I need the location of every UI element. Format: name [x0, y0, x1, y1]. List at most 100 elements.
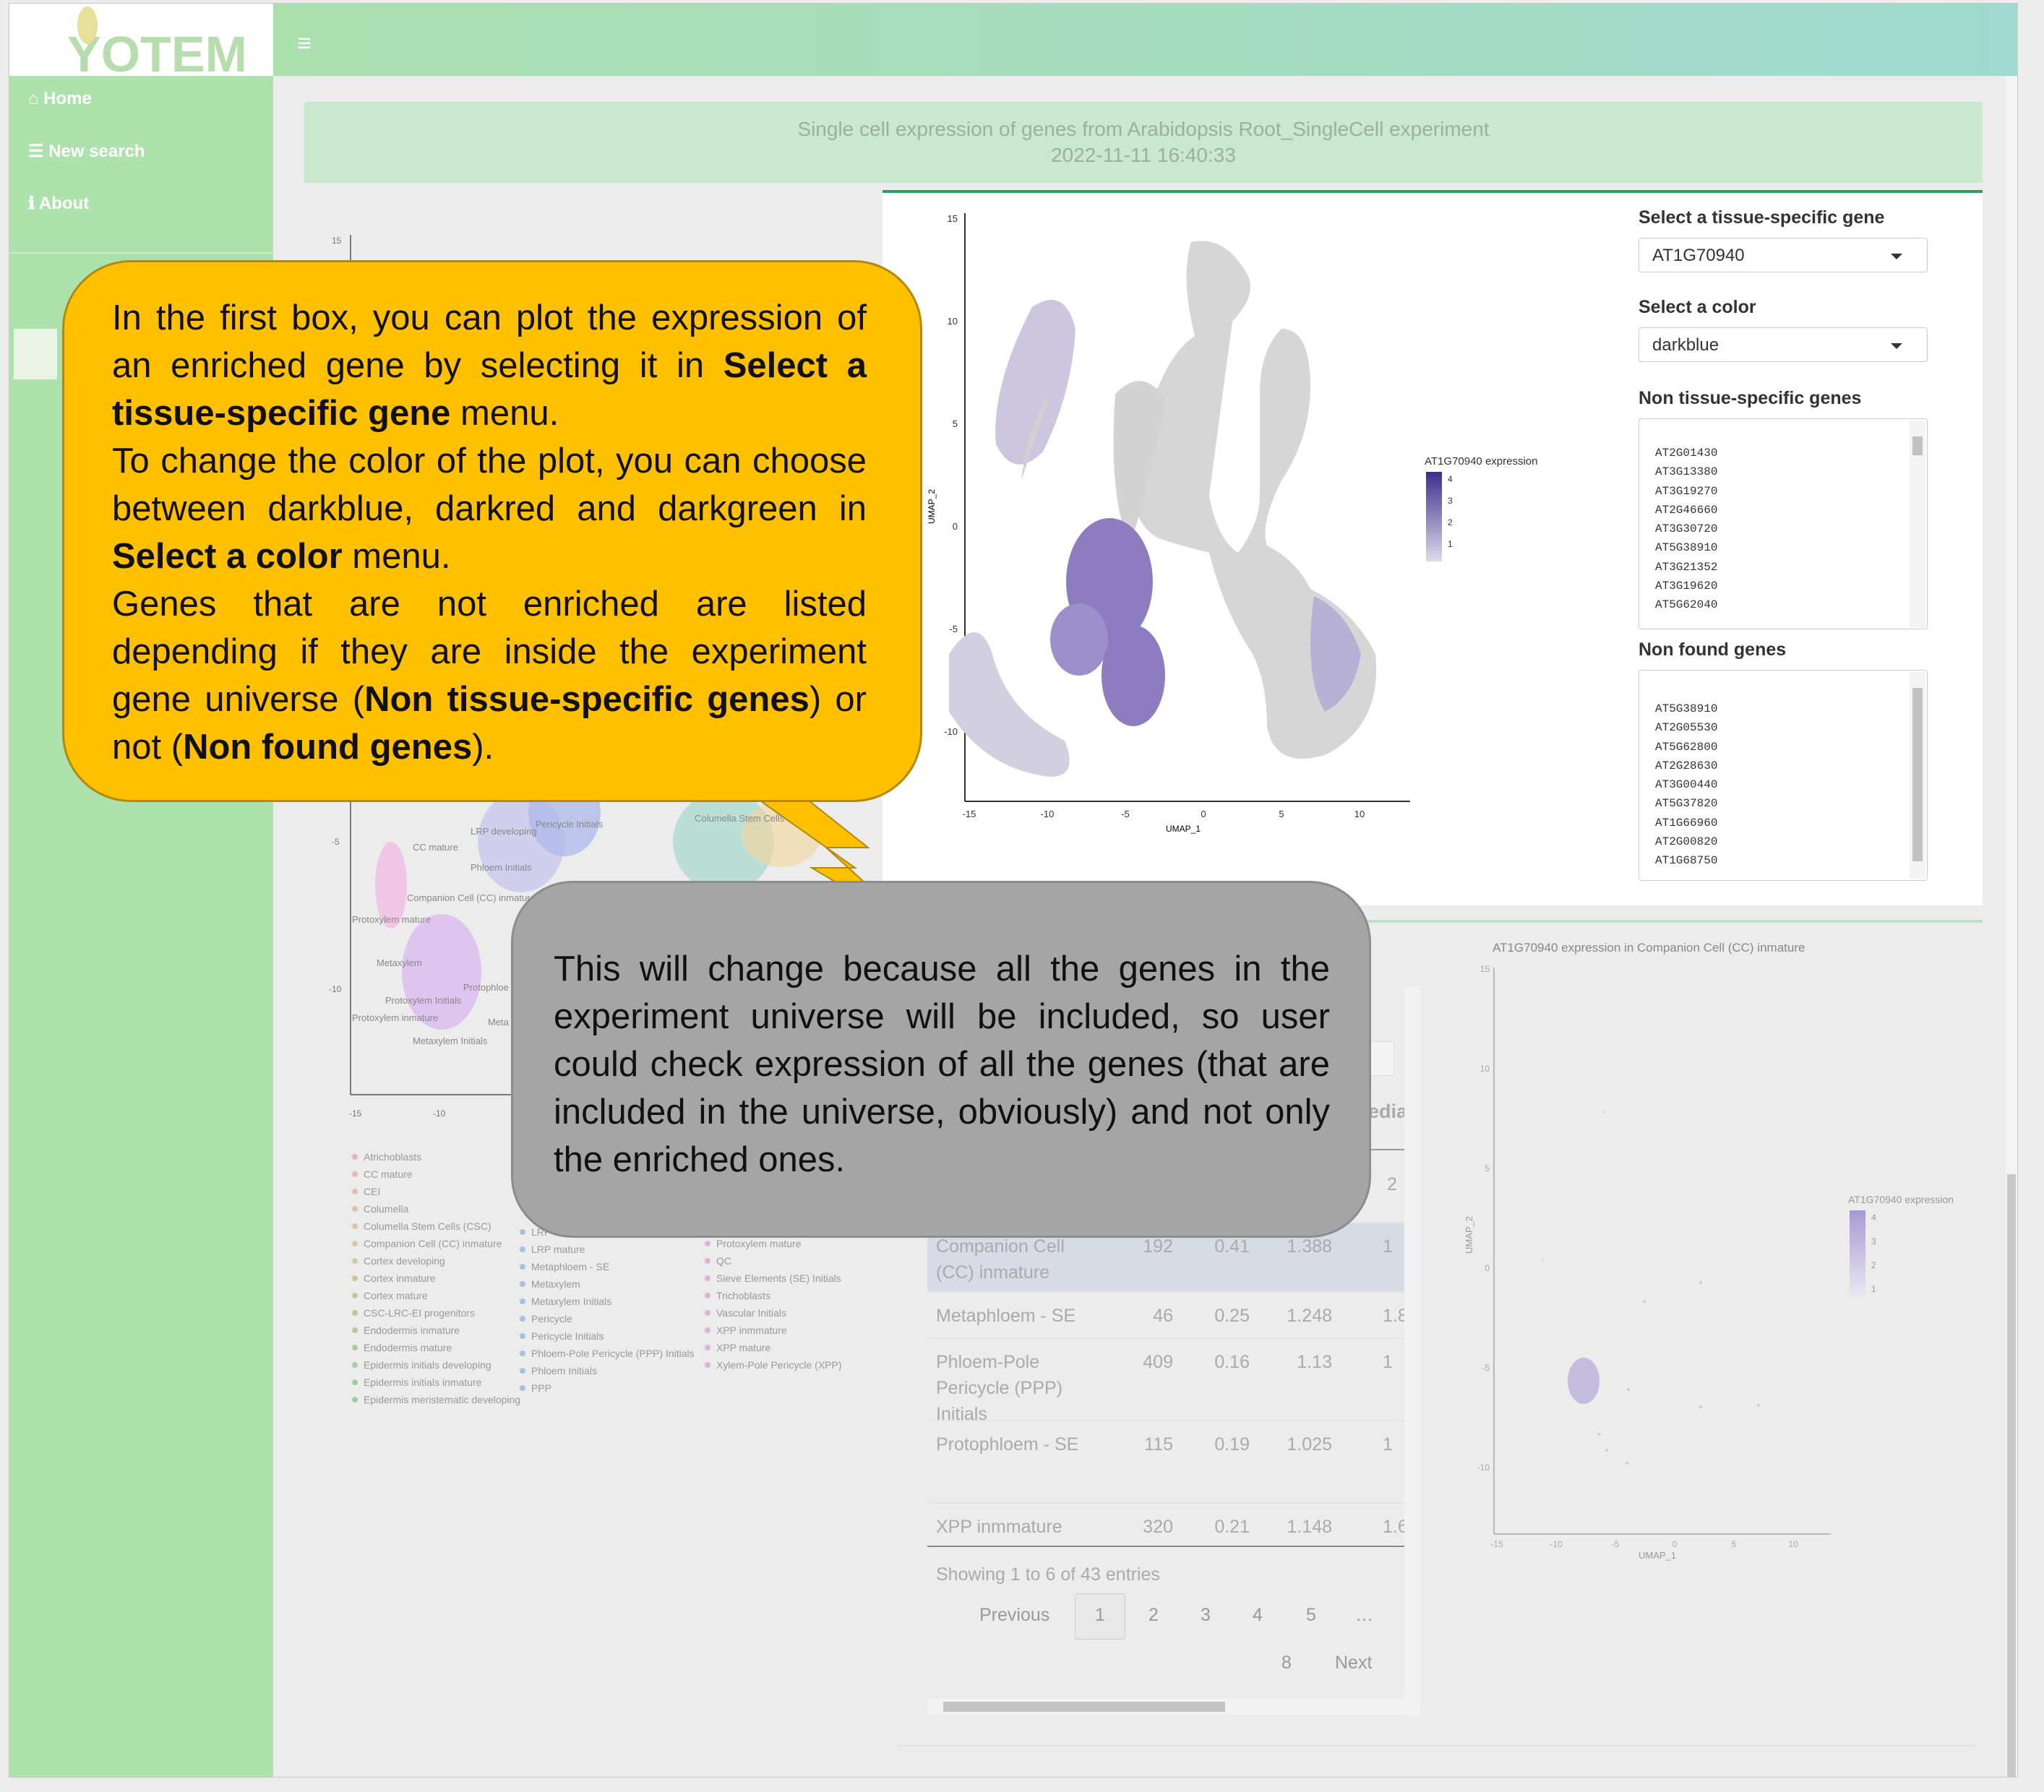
tick-label: 15 [948, 213, 958, 224]
table-cell: 0.21 [1214, 1517, 1250, 1537]
legend-item: Columella Stem Cells (CSC) [352, 1220, 491, 1232]
table-cell: Protophloem - SE [936, 1434, 1079, 1455]
scrollbar[interactable] [1910, 672, 1925, 879]
gene-item[interactable]: AT5G62040 [1655, 595, 1717, 614]
tick-label: 0 [953, 521, 958, 532]
callout-emphasis: Non tissue-specific genes [364, 680, 810, 719]
tick-label: -10 [433, 1108, 446, 1119]
gene-item[interactable]: AT3G00440 [1655, 775, 1717, 794]
gene-item[interactable]: AT1G68750 [1655, 851, 1717, 870]
cluster-label: Protophloe [463, 982, 509, 993]
pagination-previous[interactable]: Previous [979, 1605, 1049, 1626]
gene-item[interactable]: AT3G30720 [1655, 520, 1717, 538]
gene-item[interactable]: AT3G19620 [1655, 577, 1717, 595]
gene-item[interactable]: AT2G28630 [1655, 757, 1717, 775]
tutorial-callout-gray: This will change because all the genes i… [511, 881, 1371, 1238]
legend-label: Epidermis initials inmature [364, 1377, 482, 1388]
table-row[interactable]: XPP inmmature 320 0.21 1.148 1.6 [927, 1502, 1408, 1546]
table-cell: 115 [1144, 1434, 1173, 1455]
legend-item: Epidermis initials inmature [351, 1377, 482, 1388]
tick-label: -5 [949, 624, 958, 634]
non-specific-genes-list[interactable]: AT2G01430 AT3G13380 AT3G19270 AT2G46660 AT3G… [1639, 418, 1928, 629]
table-cell: 1.148 [1287, 1517, 1332, 1537]
window-scrollbar[interactable] [2006, 76, 2017, 1777]
scrollbar-thumb[interactable] [1912, 688, 1923, 861]
pagination-page[interactable]: 5 [1306, 1605, 1316, 1626]
tick-label: -5 [332, 837, 340, 847]
sidebar-item-label: About [38, 194, 90, 213]
sidebar-item-home[interactable]: ⌂ Home [28, 89, 92, 109]
table-row[interactable]: Protophloem - SE 115 0.19 1.025 1 [927, 1420, 1404, 1502]
tutorial-callout-yellow: In the first box, you can plot the expre… [62, 260, 922, 802]
legend-label: Metaphloem - SE [531, 1261, 610, 1272]
legend-item: Endodermis inmature [351, 1324, 460, 1336]
legend-label: Cortex developing [364, 1255, 445, 1267]
tick-label: 4 [1448, 474, 1453, 484]
color-select-value: darkblue [1652, 335, 1719, 355]
legend-item: Trichoblasts [705, 1290, 770, 1301]
table-row[interactable]: Phloem-Pole Pericycle (PPP) Initials 409 0… [927, 1337, 1404, 1424]
sidebar-item-about[interactable]: ℹ About [28, 193, 89, 214]
sidebar-item-new-search[interactable]: ☰ New search [28, 141, 145, 162]
cell-cluster [1050, 603, 1108, 676]
horizontal-scrollbar[interactable] [927, 1699, 1404, 1715]
callout-text: ). [472, 728, 494, 767]
table-row[interactable]: Metaphloem - SE 46 0.25 1.248 1.8 [927, 1291, 1408, 1337]
gene-item[interactable]: AT3G19270 [1655, 482, 1717, 501]
gene-item[interactable]: AT5G38910 [1655, 538, 1717, 557]
legend-label: CEI [364, 1186, 381, 1197]
gene-select[interactable]: AT1G70940 [1639, 238, 1928, 272]
pagination-page[interactable]: 3 [1201, 1605, 1211, 1626]
color-select[interactable]: darkblue [1639, 327, 1928, 362]
vertical-scrollbar[interactable] [1404, 986, 1420, 1716]
legend-item: CSC-LRC-EI progenitors [351, 1307, 475, 1319]
pagination-page[interactable]: 4 [1253, 1605, 1263, 1626]
tick-label: 15 [332, 236, 342, 246]
pagination-next[interactable]: Next [1335, 1653, 1372, 1673]
gene-item[interactable]: AT2G01430 [1655, 444, 1717, 462]
scrollbar-thumb[interactable] [2007, 1174, 2016, 1777]
scrollbar-thumb[interactable] [943, 1702, 1225, 1712]
gene-item[interactable]: AT1G66960 [1655, 814, 1717, 832]
table-cell: 2 [1387, 1174, 1397, 1194]
gene-item[interactable]: AT2G05530 [1655, 718, 1717, 737]
gene-item[interactable]: AT2G46660 [1655, 501, 1717, 520]
legend-label: Pericycle Initials [531, 1330, 604, 1342]
legend-item: Xylem-Pole Pericycle (XPP) [705, 1359, 842, 1371]
pagination-page[interactable]: 2 [1148, 1605, 1159, 1626]
menu-toggle-icon[interactable]: ≡ [297, 30, 312, 58]
gene-item[interactable]: AT3G21352 [1655, 558, 1717, 577]
non-found-genes-list[interactable]: AT5G38910 AT2G05530 AT5G62800 AT2G28630 AT3G… [1639, 670, 1928, 881]
gene-item[interactable]: AT5G37820 [1655, 794, 1717, 813]
legend-label: Phloem Initials [531, 1365, 598, 1377]
tick-label: 1 [1448, 539, 1453, 549]
pagination-page[interactable]: 8 [1281, 1653, 1292, 1673]
scrollbar[interactable] [1910, 421, 1925, 627]
legend-label: QC [716, 1255, 731, 1267]
legend-item: Sieve Elements (SE) Initials [705, 1272, 841, 1284]
legend-label: Companion Cell (CC) inmature [364, 1238, 502, 1249]
gene-select-value: AT1G70940 [1652, 246, 1745, 265]
scrollbar-thumb[interactable] [1912, 436, 1923, 455]
gene-umap-plot: 15 10 5 0 -5 -10 -15 -10 -5 0 5 10 UMAP_1 UMAP_2 A… [927, 213, 1537, 834]
gene-item[interactable]: AT3G13380 [1655, 462, 1717, 481]
legend-label: Cortex inmature [364, 1272, 436, 1284]
pagination-page[interactable]: 1 [1095, 1605, 1105, 1626]
gene-item[interactable]: AT2G00820 [1655, 832, 1717, 851]
legend-label: Metaxylem [531, 1278, 580, 1290]
table-cell: 1.248 [1287, 1306, 1332, 1326]
legend-item: PPP [519, 1382, 551, 1394]
chevron-down-icon [1891, 343, 1902, 349]
tick-label: 5 [953, 418, 958, 429]
table-cell: 1.13 [1297, 1352, 1332, 1372]
table-search-input[interactable] [1370, 1041, 1394, 1076]
tick-label: 5 [1485, 1163, 1490, 1173]
gene-item[interactable]: AT5G62800 [1655, 738, 1717, 757]
legend-item: Epidermis initials developing [352, 1359, 491, 1371]
x-axis-label: UMAP_1 [1639, 1550, 1676, 1561]
gene-item[interactable]: AT5G38910 [1655, 699, 1717, 718]
table-cell: Companion Cell (CC) inmature [936, 1236, 1065, 1283]
sidebar-active-item[interactable] [14, 329, 57, 379]
table-footer-rule [927, 1546, 1404, 1547]
logo-area[interactable]: YOTEM [9, 4, 273, 82]
